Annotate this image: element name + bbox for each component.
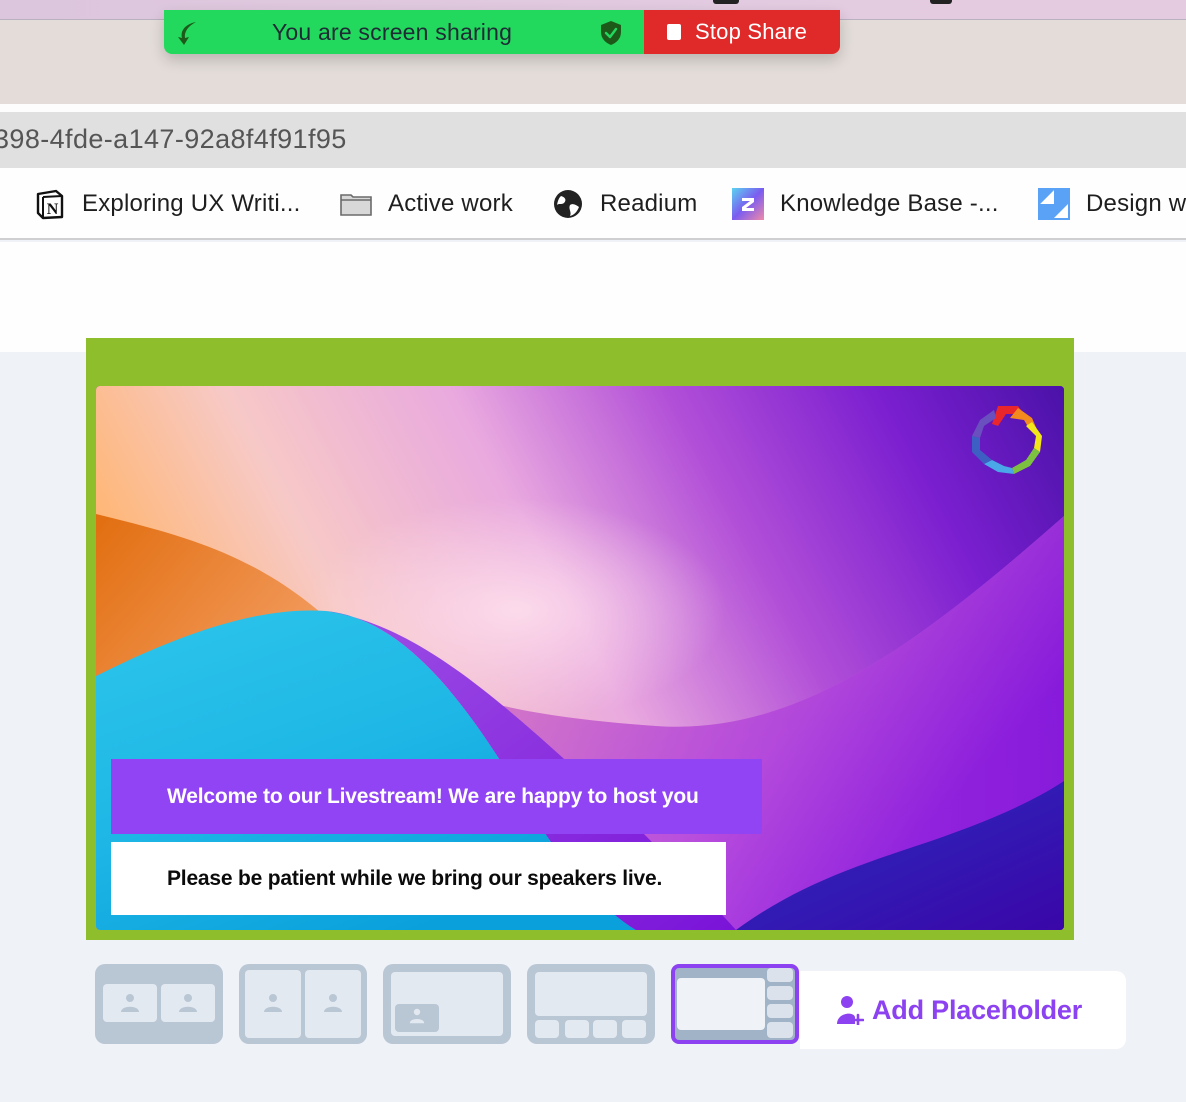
bookmark-label: Knowledge Base -...: [780, 190, 999, 217]
layout-picture-in-picture[interactable]: [383, 964, 511, 1044]
folder-icon: [340, 194, 372, 216]
brand-logo: [972, 406, 1042, 474]
patience-banner[interactable]: Please be patient while we bring our spe…: [111, 842, 726, 915]
bookmarks-bar: N Exploring UX Writi... Active work Read…: [0, 168, 1186, 240]
bookmark-active-work[interactable]: Active work: [340, 188, 513, 220]
layout-main-with-side-column[interactable]: [671, 964, 799, 1044]
address-bar[interactable]: 398-4fde-a147-92a8f4f91f95: [0, 112, 1186, 168]
share-app-icon: [178, 22, 196, 45]
screen-share-bar: You are screen sharing Stop Share: [164, 10, 840, 54]
layout-main-with-bottom-row[interactable]: [527, 964, 655, 1044]
bookmark-design[interactable]: Design w: [1038, 188, 1186, 220]
add-placeholder-button[interactable]: Add Placeholder: [800, 971, 1126, 1049]
bookmark-label: Design w: [1086, 190, 1186, 217]
screen-share-status: You are screen sharing: [164, 10, 644, 54]
screen-share-status-text: You are screen sharing: [272, 19, 513, 45]
zendesk-icon: [1038, 188, 1070, 220]
stop-icon: [667, 24, 681, 40]
welcome-banner-text: Welcome to our Livestream! We are happy …: [167, 784, 699, 808]
globe-icon: [554, 190, 582, 218]
welcome-banner[interactable]: Welcome to our Livestream! We are happy …: [111, 759, 762, 834]
layout-two-split[interactable]: [239, 964, 367, 1044]
stage-preview[interactable]: Welcome to our Livestream! We are happy …: [96, 386, 1064, 930]
page-header-area: [0, 242, 1186, 352]
patience-banner-text: Please be patient while we bring our spe…: [167, 866, 663, 890]
bookmark-label: Active work: [388, 190, 513, 217]
bookmark-readium[interactable]: Readium: [552, 188, 697, 220]
add-placeholder-label: Add Placeholder: [872, 994, 1083, 1025]
browser-divider: [0, 104, 1186, 112]
stop-share-label: Stop Share: [695, 19, 808, 44]
bookmark-label: Readium: [600, 190, 698, 217]
add-person-icon: [837, 996, 864, 1025]
url-text[interactable]: 398-4fde-a147-92a8f4f91f95: [0, 124, 347, 155]
svg-text:N: N: [47, 201, 59, 218]
menu-status-icon: [930, 0, 952, 4]
person-icon: [179, 994, 197, 1012]
bookmark-knowledge-base[interactable]: Knowledge Base -...: [732, 188, 999, 220]
person-icon: [264, 994, 282, 1012]
menu-status-icon: [713, 0, 739, 4]
person-icon: [121, 994, 139, 1012]
shield-check-icon: [601, 21, 621, 45]
bookmark-exploring-ux-writing[interactable]: N Exploring UX Writi...: [34, 188, 300, 220]
person-icon: [409, 1008, 425, 1024]
layout-two-side-by-side[interactable]: [95, 964, 223, 1044]
notion-icon: N: [36, 189, 64, 220]
z-app-icon: [732, 188, 764, 220]
stop-share-button[interactable]: Stop Share: [644, 10, 840, 54]
person-icon: [324, 994, 342, 1012]
bookmark-label: Exploring UX Writi...: [82, 190, 301, 217]
